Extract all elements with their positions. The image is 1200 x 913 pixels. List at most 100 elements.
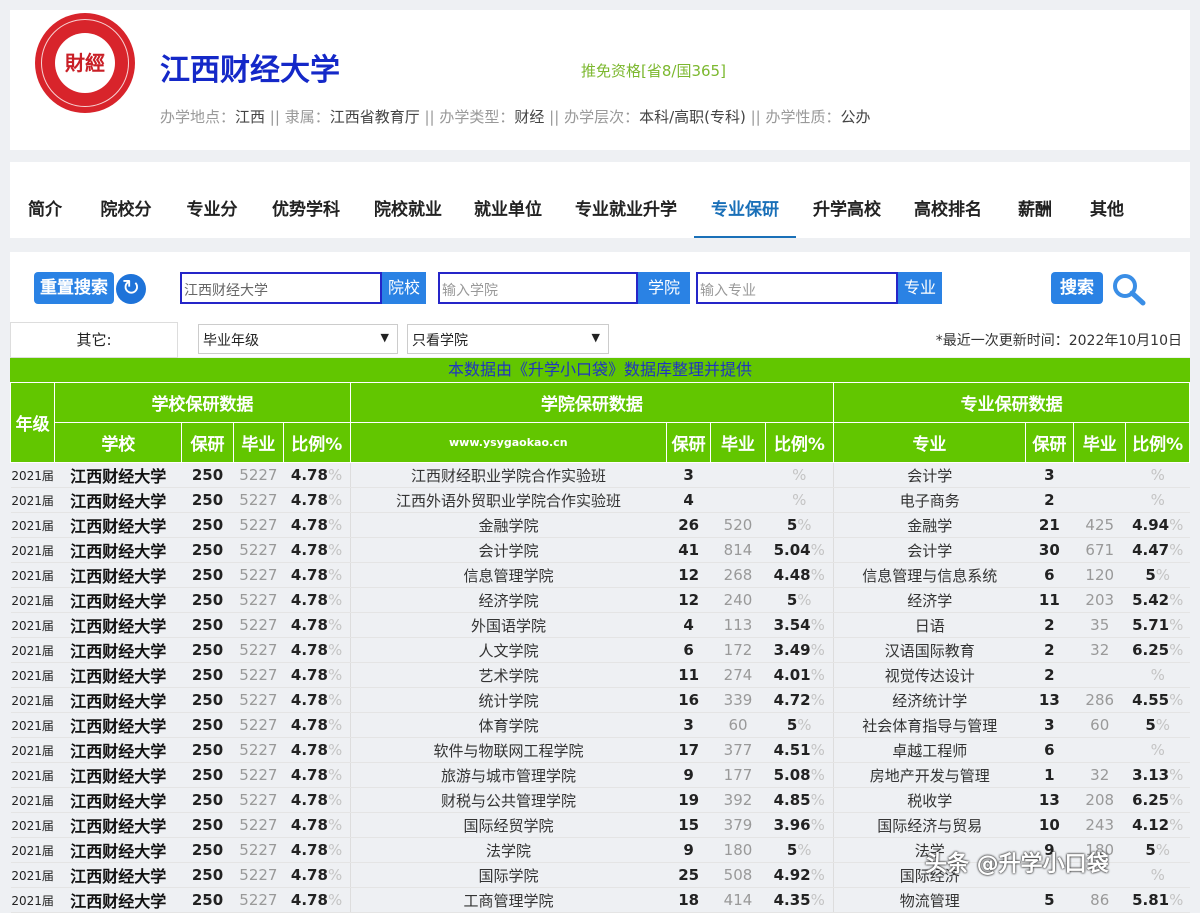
school-baoyan-cell: 250 xyxy=(181,837,234,863)
school-col-header: 学校 xyxy=(54,422,183,463)
percent-sign: % xyxy=(327,791,343,809)
school-grads-cell: 5227 xyxy=(233,687,284,713)
college-grads-cell: 240 xyxy=(710,587,766,613)
nav-tab[interactable]: 简介 xyxy=(10,162,80,238)
meta-value: 江西 xyxy=(235,108,266,126)
major-cell: 税收学 xyxy=(833,787,1026,813)
school-filter-button[interactable]: 院校 xyxy=(382,272,426,304)
major-grads-cell: 32 xyxy=(1073,637,1126,663)
school-grads-cell: 5227 xyxy=(233,512,284,538)
school-ratio-cell: 4.78% xyxy=(283,862,351,888)
college-baoyan-cell: 12 xyxy=(666,587,711,613)
nav-tab[interactable]: 高校排名 xyxy=(905,162,991,238)
nav-tab[interactable]: 优势学科 xyxy=(260,162,352,238)
school-grads-cell: 5227 xyxy=(233,712,284,738)
nav-tab[interactable]: 升学高校 xyxy=(803,162,891,238)
table-row: 2021届 江西财经大学 250 5227 4.78% 财税与公共管理学院 19 392 4.8… xyxy=(10,787,1190,813)
meta-label: 办学性质： xyxy=(765,108,841,126)
college-cell: 体育学院 xyxy=(349,712,667,738)
percent-sign: % xyxy=(810,741,825,759)
year-cell: 2021届 xyxy=(10,712,55,738)
table-row: 2021届 江西财经大学 250 5227 4.78% 软件与物联网工程学院 17 377 4.… xyxy=(10,737,1190,763)
year-cell: 2021届 xyxy=(10,612,55,638)
school-cell: 江西财经大学 xyxy=(54,487,182,513)
chevron-down-icon: ▼ xyxy=(380,331,389,344)
nav-tab[interactable]: 专业就业升学 xyxy=(567,162,685,238)
nav-tab[interactable]: 院校就业 xyxy=(365,162,451,238)
year-cell: 2021届 xyxy=(10,537,55,563)
school-grads-cell: 5227 xyxy=(233,637,284,663)
percent-sign: % xyxy=(797,591,812,609)
major-ratio-cell: % xyxy=(1125,737,1190,763)
percent-sign: % xyxy=(327,741,343,759)
refresh-icon[interactable]: ↻ xyxy=(116,274,146,304)
school-search-input[interactable]: 江西财经大学 xyxy=(180,272,382,304)
college-ratio-cell: % xyxy=(765,462,834,488)
percent-sign: % xyxy=(327,541,343,559)
reset-search-button[interactable]: 重置搜索 xyxy=(34,272,114,304)
school-ratio-cell: 4.78% xyxy=(283,562,351,588)
major-ratio-cell: 6.25% xyxy=(1125,637,1190,663)
school-ratio-cell: 4.78% xyxy=(283,737,351,763)
major-grads-cell: 203 xyxy=(1073,587,1126,613)
percent-sign: % xyxy=(797,841,812,859)
table-row: 2021届 江西财经大学 250 5227 4.78% 体育学院 3 60 5% 社会体育指导与管… xyxy=(10,712,1190,738)
year-cell: 2021届 xyxy=(10,512,55,538)
nav-tab[interactable]: 专业保研 xyxy=(694,162,796,238)
college-filter-button[interactable]: 学院 xyxy=(638,272,690,304)
meta-value: 财经 xyxy=(514,108,545,126)
college-cell: 国际经贸学院 xyxy=(349,812,667,838)
college-grads-cell: 180 xyxy=(710,837,766,863)
percent-sign: % xyxy=(810,616,825,634)
search-panel: 重置搜索 ↻ 江西财经大学 院校 输入学院 学院 输入专业 专业 搜索 其它: … xyxy=(10,252,1190,358)
meta-label: 办学层次： xyxy=(564,108,640,126)
update-time: *最近一次更新时间：2022年10月10日 xyxy=(935,333,1182,349)
nav-tab[interactable]: 专业分 xyxy=(175,162,249,238)
school-baoyan-cell: 250 xyxy=(181,762,234,788)
percent-sign: % xyxy=(327,841,343,859)
nav-tab[interactable]: 就业单位 xyxy=(465,162,551,238)
college-grads-cell: 113 xyxy=(710,612,766,638)
grade-select[interactable]: 毕业年级 ▼ xyxy=(198,324,398,354)
major-filter-button[interactable]: 专业 xyxy=(898,272,942,304)
university-name[interactable]: 江西财经大学 xyxy=(160,45,340,89)
search-button[interactable]: 搜索 xyxy=(1051,272,1103,304)
table-row: 2021届 江西财经大学 250 5227 4.78% 会计学院 41 814 5.04% 会计学… xyxy=(10,537,1190,563)
percent-sign: % xyxy=(792,466,807,484)
nav-tab[interactable]: 院校分 xyxy=(88,162,164,238)
percent-sign: % xyxy=(327,591,343,609)
major-search-input[interactable]: 输入专业 xyxy=(696,272,898,304)
table-row: 2021届 江西财经大学 250 5227 4.78% 工商管理学院 18 414 4.35% 物… xyxy=(10,887,1190,913)
percent-sign: % xyxy=(797,516,812,534)
major-ratio-cell: 5.71% xyxy=(1125,612,1190,638)
major-grads-cell: 243 xyxy=(1073,812,1126,838)
college-only-select[interactable]: 只看学院 ▼ xyxy=(407,324,609,354)
nav-tab[interactable]: 薪酬 xyxy=(1007,162,1063,238)
major-cell: 卓越工程师 xyxy=(833,737,1026,763)
school-group-header: 学校保研数据 xyxy=(54,382,351,423)
school-cell: 江西财经大学 xyxy=(54,537,182,563)
percent-sign: % xyxy=(1150,491,1165,509)
school-grads-cell: 5227 xyxy=(233,737,284,763)
school-grads-cell: 5227 xyxy=(233,762,284,788)
percent-sign: % xyxy=(810,866,825,884)
college-cell: 江西财经职业学院合作实验班 xyxy=(349,462,667,488)
grads-col-header: 毕业 xyxy=(232,422,285,463)
year-cell: 2021届 xyxy=(10,662,55,688)
school-ratio-cell: 4.78% xyxy=(283,837,351,863)
school-cell: 江西财经大学 xyxy=(54,862,182,888)
school-baoyan-cell: 250 xyxy=(181,737,234,763)
school-cell: 江西财经大学 xyxy=(54,787,182,813)
magnifier-icon[interactable] xyxy=(1110,272,1150,308)
nav-tab[interactable]: 其他 xyxy=(1078,162,1136,238)
major-grads-cell xyxy=(1073,462,1126,488)
school-cell: 江西财经大学 xyxy=(54,687,182,713)
percent-sign: % xyxy=(327,666,343,684)
major-grads-cell: 60 xyxy=(1073,712,1126,738)
college-baoyan-cell: 9 xyxy=(666,837,711,863)
college-grads-cell: 172 xyxy=(710,637,766,663)
major-ratio-cell: % xyxy=(1125,487,1190,513)
college-cell: 经济学院 xyxy=(349,587,667,613)
percent-sign: % xyxy=(810,641,825,659)
college-search-input[interactable]: 输入学院 xyxy=(438,272,638,304)
